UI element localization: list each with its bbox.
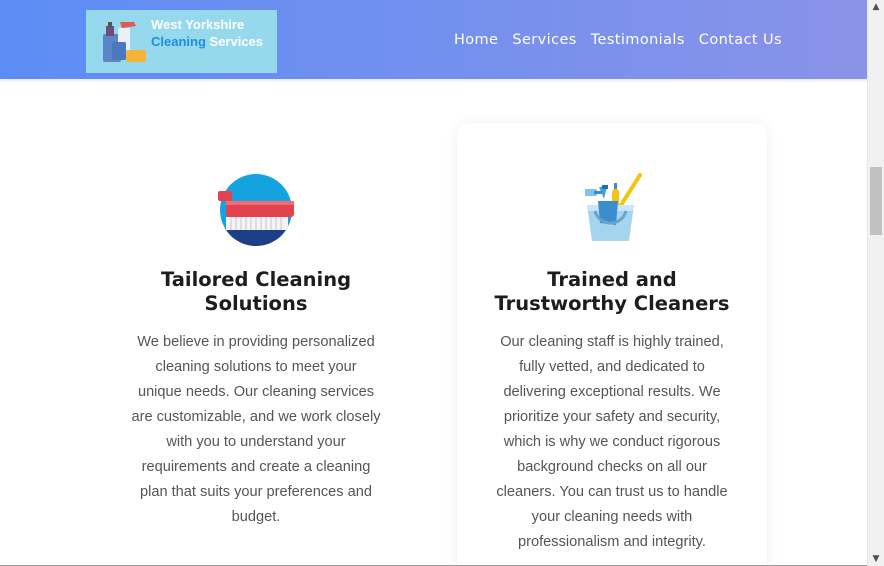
- desc-line: delivering exceptional results. We: [503, 384, 721, 400]
- desc-line: your cleaning needs with: [531, 509, 693, 525]
- card-title: Trained and Trustworthy Cleaners: [457, 268, 767, 316]
- card-description: Our cleaning staff is highly trained, fu…: [484, 330, 740, 555]
- desc-line: professionalism and integrity.: [518, 534, 706, 550]
- logo-title-line1: West Yorkshire: [151, 17, 245, 32]
- card-title: Tailored Cleaning Solutions: [101, 268, 411, 316]
- nav-contact-us[interactable]: Contact Us: [699, 32, 782, 48]
- main-nav: Home Services Testimonials Contact Us: [440, 32, 782, 48]
- site-header: West Yorkshire Cleaning Services Home Se…: [0, 0, 868, 79]
- desc-line: cleaning solutions to meet your: [155, 359, 357, 375]
- desc-line: with you to understand your: [166, 434, 346, 450]
- desc-line: unique needs. Our cleaning services: [137, 384, 375, 400]
- card-title-line2: Solutions: [204, 292, 308, 315]
- card-title-line2: Trustworthy Cleaners: [494, 292, 730, 315]
- card-description: We believe in providing personalized cle…: [128, 330, 384, 530]
- desc-line: We believe in providing personalized: [137, 334, 375, 350]
- scrollbar-thumb[interactable]: [870, 167, 882, 235]
- desc-line: requirements and create a cleaning: [141, 459, 371, 475]
- scrub-brush-icon: [218, 174, 294, 246]
- card-icon-container: [457, 173, 767, 247]
- desc-line: which is why we conduct rigorous: [503, 434, 721, 450]
- desc-line: plan that suits your preferences and: [139, 484, 373, 500]
- nav-testimonials[interactable]: Testimonials: [591, 32, 685, 48]
- desc-line: background checks on all our: [517, 459, 707, 475]
- desc-line: Our cleaning staff is highly trained,: [500, 334, 724, 350]
- scroll-up-arrow-icon[interactable]: ▲: [868, 0, 884, 14]
- card-title-line1: Trained and: [547, 268, 677, 291]
- scroll-down-arrow-icon[interactable]: ▼: [868, 552, 884, 566]
- card-icon-container: [101, 173, 411, 247]
- logo-title-line2: Cleaning Services: [151, 34, 263, 49]
- nav-home[interactable]: Home: [454, 32, 498, 48]
- site-logo[interactable]: West Yorkshire Cleaning Services: [86, 10, 277, 73]
- desc-line: are customizable, and we work closely: [131, 409, 381, 425]
- desc-line: fully vetted, and dedicated to: [519, 359, 705, 375]
- desc-line: budget.: [231, 509, 281, 525]
- cleaning-supplies-logo-icon: [103, 22, 146, 62]
- feature-card-trained: Trained and Trustworthy Cleaners Our cle…: [457, 123, 767, 566]
- nav-services[interactable]: Services: [512, 32, 576, 48]
- page-viewport: West Yorkshire Cleaning Services Home Se…: [0, 0, 868, 566]
- logo-word-services: Services: [209, 34, 264, 49]
- vertical-scrollbar[interactable]: ▲ ▼: [867, 0, 884, 566]
- logo-word-cleaning: Cleaning: [151, 34, 206, 49]
- desc-line: cleaners. You can trust us to handle: [496, 484, 728, 500]
- desc-line: prioritize your safety and security,: [503, 409, 721, 425]
- card-title-line1: Tailored Cleaning: [160, 268, 352, 291]
- feature-card-tailored: Tailored Cleaning Solutions We believe i…: [101, 123, 411, 566]
- cleaning-bucket-icon: [585, 173, 642, 241]
